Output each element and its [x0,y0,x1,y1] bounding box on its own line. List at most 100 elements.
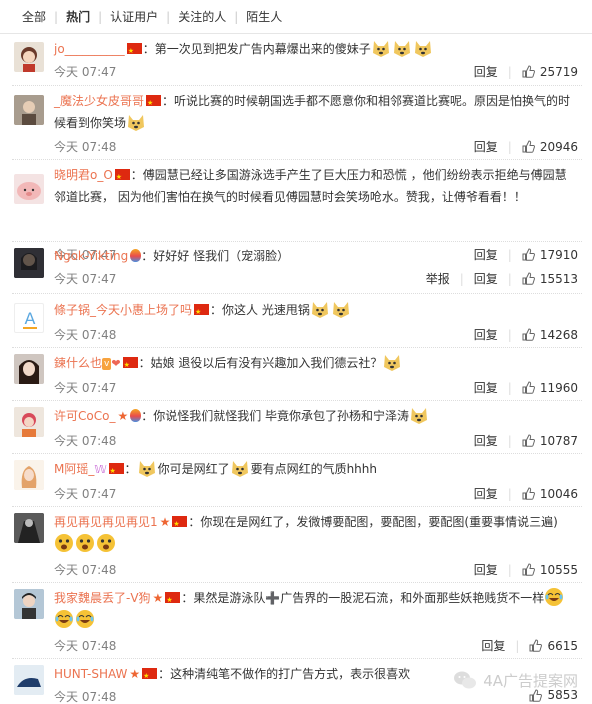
doge-emoji-icon [382,352,402,372]
thumbs-up-icon [522,328,535,341]
reply-button[interactable]: 回复 [474,138,498,155]
comment-actions: 回复 | 10046 [474,485,578,502]
star-badge-icon: ★ [159,515,171,529]
like-button[interactable]: 10046 [522,487,578,501]
thumbs-up-icon [529,639,543,652]
china-flag-icon [108,460,124,482]
avatar[interactable] [14,42,44,72]
reply-button[interactable]: 回复 [474,432,498,449]
avatar[interactable]: A [14,303,44,333]
username-link[interactable]: 晓明君o_O [54,168,113,182]
comment-meta: 今天 07:47 回复 | 10046 [54,485,578,503]
comment-item: 许可CoCo_ ★ ：你说怪我们就怪我们 毕竟你承包了孙杨和宁泽涛 今天 07:48… [0,401,592,454]
comment-text: ：你说怪我们就怪我们 毕竟你承包了孙杨和宁泽涛 [141,409,410,423]
like-button[interactable]: 6615 [529,639,578,653]
like-count: 10046 [539,486,578,501]
china-flag-icon [122,354,138,376]
reply-button[interactable]: 回复 [474,561,498,578]
like-count: 15513 [539,271,578,286]
doge-emoji-icon [392,38,412,58]
avatar[interactable] [14,665,44,695]
username-link[interactable]: jo__________ [54,42,125,56]
reply-button[interactable]: 回复 [474,63,498,80]
comment-content: Ngok-Yikting ：好好好 怪我们（宠溺脸） [54,245,578,267]
doge-emoji-icon [371,38,391,58]
comment-meta: 今天 07:48 回复 | 6615 [54,637,578,655]
like-button[interactable]: 20946 [522,140,578,154]
comment-actions: 回复 | 6615 [481,637,578,654]
comment-text: ： [124,462,137,476]
comment-content: 鍊什么也v❤ ：姑娘 退役以后有没有兴趣加入我们德云社？ [54,352,578,376]
comment-content: _魔法少女皮哥哥：听说比赛的时候朝国选手都不愿意你和相邻赛道比赛呢。原因是怕换气… [54,90,578,134]
comment-time: 今天 07:47 [54,487,117,501]
balloon-badge-icon [130,409,142,422]
username-link[interactable]: M阿瑶_ [54,462,94,476]
action-divider: | [507,271,512,286]
username-link[interactable]: 我家魏晨丢了-V狗 [54,591,151,605]
reply-button[interactable]: 回复 [474,326,498,343]
comment-meta: 今天 07:47 举报 | 回复 | 15513 [54,270,578,288]
like-button[interactable]: 25719 [522,65,578,79]
reply-button[interactable]: 回复 [474,379,498,396]
china-flag-icon [194,301,210,323]
like-button[interactable]: 15513 [522,272,578,286]
username-link[interactable]: Ngok-Yikting [54,249,128,263]
comment-content: jo__________ ：第一次见到把发广告内幕爆出来的傻妹子 [54,38,578,62]
reply-button[interactable]: 回复 [481,637,505,654]
doge-emoji-icon [409,405,429,425]
star-badge-icon: ★ [117,409,129,423]
doge-emoji-icon [413,38,433,58]
avatar[interactable] [14,354,44,384]
comment-meta: 今天 07:48 回复 | 14268 [54,326,578,344]
laughing-emoji-icon [75,609,95,629]
comment-time: 今天 07:47 [54,272,117,286]
like-button[interactable]: 10555 [522,563,578,577]
comment-actions: 回复 | 10787 [474,432,578,449]
tab-strangers[interactable]: 陌生人 [238,8,290,25]
avatar[interactable] [14,95,44,125]
like-button[interactable]: 11960 [522,381,578,395]
thumbs-up-icon [522,563,535,576]
comment-time: 今天 07:48 [54,690,117,704]
comment-text: 你可是网红了 [157,462,230,476]
username-link[interactable]: 鍊什么也 [54,356,102,370]
reply-button[interactable]: 回复 [474,270,498,287]
report-button[interactable]: 举报 [426,270,450,287]
comment-text: ：你这人 光速甩锅 [210,303,310,317]
username-link[interactable]: _魔法少女皮哥哥 [54,94,144,108]
comment-content: 许可CoCo_ ★ ：你说怪我们就怪我们 毕竟你承包了孙杨和宁泽涛 [54,405,578,427]
reply-button[interactable]: 回复 [474,485,498,502]
avatar[interactable] [14,513,44,543]
comment-meta: 今天 07:48 回复 | 20946 [54,138,578,156]
avatar[interactable] [14,248,44,278]
avatar[interactable] [14,589,44,619]
like-button[interactable]: 14268 [522,328,578,342]
action-divider: | [515,638,520,653]
avatar[interactable] [14,174,44,204]
comment-item: 鍊什么也v❤ ：姑娘 退役以后有没有兴趣加入我们德云社？ 今天 07:47 回复 … [0,348,592,401]
tab-all[interactable]: 全部 [14,8,54,25]
comment-time: 今天 07:48 [54,563,117,577]
comment-item: _魔法少女皮哥哥：听说比赛的时候朝国选手都不愿意你和相邻赛道比赛呢。原因是怕换气… [0,86,592,160]
username-link[interactable]: 许可CoCo_ [54,409,115,423]
tab-verified[interactable]: 认证用户 [102,8,166,25]
balloon-badge-icon [130,249,142,262]
star-badge-icon: ★ [129,667,141,681]
username-link[interactable]: HUNT-SHAW [54,667,127,681]
comment-text: ：果然是游泳队➕广告界的一股泥石流，和外面那些妖艳贱货不一样 [181,591,545,605]
like-button[interactable]: 10787 [522,434,578,448]
username-link[interactable]: 再见再见再见再见1 [54,515,158,529]
avatar[interactable] [14,460,44,490]
divider [12,293,582,294]
comment-text: ：第一次见到把发广告内幕爆出来的傻妹子 [142,42,371,56]
comment-meta: 今天 07:48 回复 | 10787 [54,432,578,450]
comment-text: ：你现在是网红了，发微博要配图，要配图，要配图(重要事情说三遍) [188,515,558,529]
thumbs-up-icon [522,272,535,285]
comment-item: 再见再见再见再见1★ ：你现在是网红了，发微博要配图，要配图，要配图(重要事情说三… [0,507,592,583]
thumbs-up-icon [522,65,535,78]
tab-hot[interactable]: 热门 [58,8,98,25]
comment-text: ：这种清纯笔不做作的打广告方式，表示很喜欢 [158,667,411,681]
tab-following[interactable]: 关注的人 [170,8,234,25]
avatar[interactable] [14,407,44,437]
username-link[interactable]: 條子锅_今天小惠上场了吗 [54,303,192,317]
